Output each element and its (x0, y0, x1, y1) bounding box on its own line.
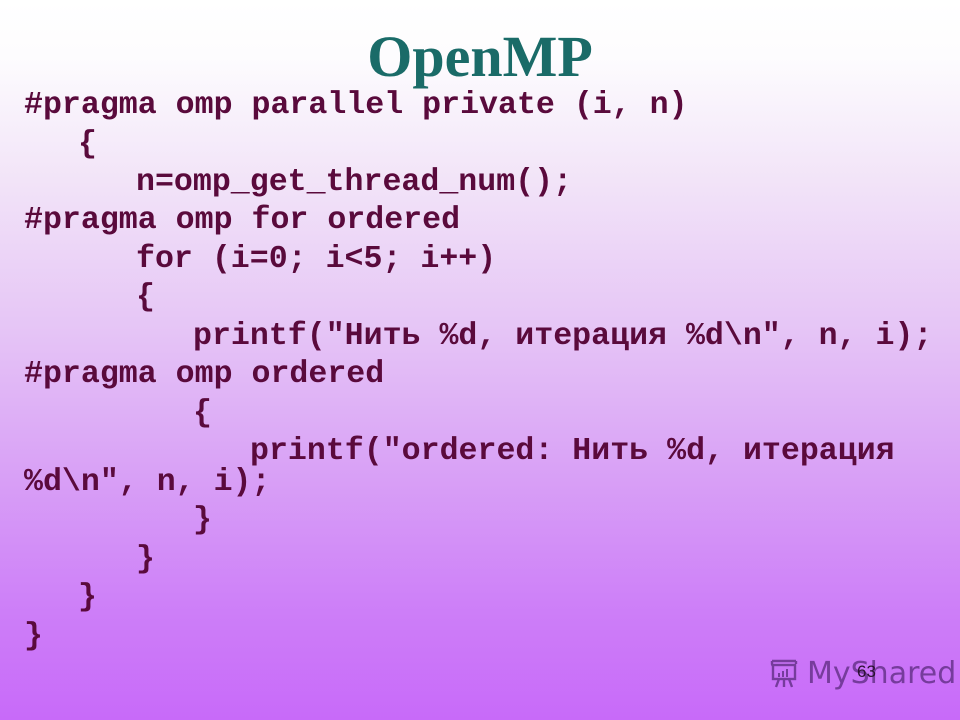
watermark-text: MyShared (807, 655, 957, 691)
code-line: } (193, 503, 212, 538)
code-line: printf("ordered: Нить %d, итерация (250, 434, 895, 469)
code-line: } (24, 619, 43, 654)
code-line: { (78, 127, 97, 162)
code-line: #pragma omp parallel private (i, n) (24, 88, 688, 123)
code-line: { (193, 396, 212, 431)
presentation-board-icon (767, 656, 801, 690)
code-line: for (i=0; i<5; i++) (136, 242, 497, 277)
code-line: { (136, 280, 155, 315)
code-line: %d\n", n, i); (24, 465, 271, 500)
code-block: #pragma omp parallel private (i, n) { n=… (0, 0, 960, 720)
code-line: n=omp_get_thread_num(); (136, 165, 573, 200)
code-line: printf("Нить %d, итерация %d\n", n, i); (193, 319, 933, 354)
code-line: #pragma omp for ordered (24, 203, 461, 238)
page-number: 63 (857, 662, 876, 681)
code-line: } (78, 580, 97, 615)
code-line: #pragma omp ordered (24, 357, 385, 392)
code-line: } (136, 542, 155, 577)
